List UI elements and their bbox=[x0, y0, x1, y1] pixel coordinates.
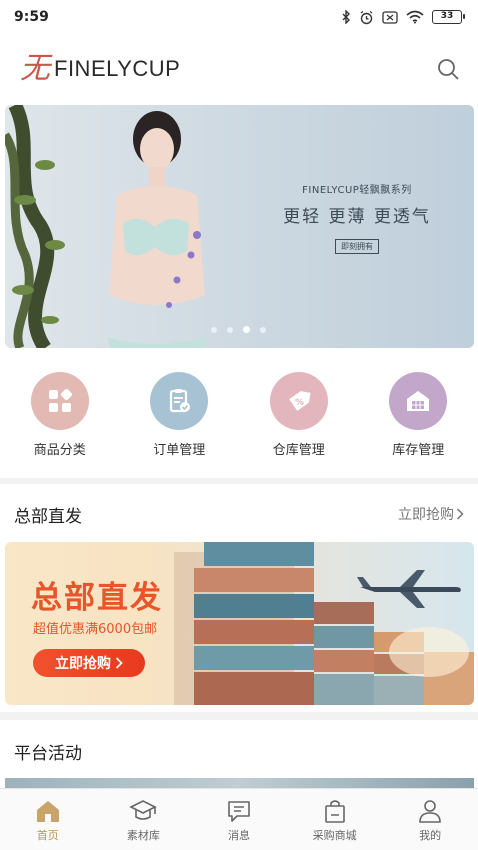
brand-logo: 无 FINELYCUP bbox=[20, 54, 180, 84]
activity-banner-preview[interactable] bbox=[5, 778, 474, 788]
promo-subtitle: 超值优惠满6000包邮 bbox=[33, 622, 158, 637]
nav-label: 商品分类 bbox=[33, 443, 86, 458]
banner-dot-2[interactable] bbox=[227, 326, 233, 333]
section-divider bbox=[0, 478, 478, 484]
nav-item-inventory-management[interactable]: 库存管理 bbox=[359, 372, 478, 458]
clipboard-check-icon bbox=[150, 372, 209, 430]
promo-buy-now-label: 立即抢购 bbox=[55, 656, 111, 672]
tab-home[interactable]: 首页 bbox=[0, 789, 96, 850]
bluetooth-icon bbox=[342, 10, 350, 24]
promo-banner[interactable]: 总部直发 超值优惠满6000包邮 立即抢购 bbox=[5, 542, 474, 705]
activity-section-header: 平台活动 bbox=[0, 731, 478, 771]
status-icons: 33 bbox=[341, 10, 465, 25]
airplane-icon bbox=[357, 570, 461, 608]
nav-item-order-management[interactable]: 订单管理 bbox=[120, 372, 240, 458]
section-divider bbox=[0, 712, 478, 720]
message-icon bbox=[228, 800, 250, 822]
nav-label: 订单管理 bbox=[153, 443, 206, 458]
wifi-icon bbox=[406, 10, 424, 24]
banner-dot-1[interactable] bbox=[211, 326, 217, 333]
banner-dot-4[interactable] bbox=[260, 326, 266, 333]
chevron-right-icon bbox=[115, 657, 123, 669]
promo-buy-now-button[interactable]: 立即抢购 bbox=[33, 649, 145, 677]
tab-label: 素材库 bbox=[126, 828, 160, 842]
tab-profile[interactable]: 我的 bbox=[382, 789, 478, 850]
tab-label: 采购商城 bbox=[312, 828, 357, 842]
home-icon bbox=[36, 800, 59, 822]
promo-title: 总部直发 bbox=[31, 580, 163, 616]
app-header: 无 FINELYCUP bbox=[0, 44, 478, 94]
banner-shop-button[interactable]: 即刻拥有 bbox=[335, 239, 379, 254]
logo-mark: 无 bbox=[20, 51, 50, 86]
banner-series: FINELYCUP轻飘飘系列 bbox=[302, 185, 412, 196]
svg-text:%: % bbox=[295, 398, 304, 408]
buy-now-link[interactable]: 立即抢购 bbox=[398, 504, 464, 524]
tab-label: 首页 bbox=[36, 828, 59, 842]
status-bar: 9:59 33 bbox=[0, 0, 478, 34]
category-grid-icon bbox=[30, 372, 89, 430]
nav-item-warehouse-management[interactable]: % 仓库管理 bbox=[239, 372, 359, 458]
nav-item-product-category[interactable]: 商品分类 bbox=[0, 372, 120, 458]
logo-text: FINELYCUP bbox=[54, 56, 181, 81]
discount-tag-icon: % bbox=[269, 372, 328, 430]
warehouse-icon bbox=[389, 372, 448, 430]
graduation-cap-icon bbox=[129, 799, 158, 820]
search-icon[interactable] bbox=[436, 57, 460, 81]
tab-label: 消息 bbox=[227, 828, 250, 842]
tab-messages[interactable]: 消息 bbox=[191, 789, 287, 850]
alarm-icon bbox=[360, 10, 373, 24]
nav-label: 库存管理 bbox=[392, 443, 445, 458]
quick-nav: 商品分类 订单管理 % 仓库管理 库存管理 bbox=[0, 372, 478, 458]
sim-icon bbox=[382, 10, 398, 24]
shopping-bag-icon bbox=[324, 799, 345, 823]
banner-copy: FINELYCUP轻飘飘系列 更轻 更薄 更透气 即刻拥有 bbox=[277, 181, 437, 254]
tab-purchase-mall[interactable]: 采购商城 bbox=[287, 789, 383, 850]
nav-label: 仓库管理 bbox=[272, 443, 325, 458]
status-time: 9:59 bbox=[14, 9, 49, 25]
banner-model-illustration bbox=[107, 111, 207, 348]
battery-icon: 33 bbox=[432, 10, 465, 24]
hero-banner[interactable]: FINELYCUP轻飘飘系列 更轻 更薄 更透气 即刻拥有 bbox=[5, 105, 474, 348]
tab-label: 我的 bbox=[419, 828, 442, 842]
chevron-right-icon bbox=[456, 508, 464, 520]
banner-dot-3-active[interactable] bbox=[243, 326, 250, 333]
section-title: 平台活动 bbox=[14, 743, 82, 764]
banner-tagline: 更轻 更薄 更透气 bbox=[283, 207, 431, 227]
hq-section-header: 总部直发 立即抢购 bbox=[0, 494, 478, 534]
section-title: 总部直发 bbox=[14, 506, 82, 527]
tab-materials[interactable]: 素材库 bbox=[96, 789, 192, 850]
buy-now-link-label: 立即抢购 bbox=[398, 507, 454, 523]
banner-pagination bbox=[211, 326, 266, 333]
banner-vine-illustration bbox=[5, 105, 65, 348]
bottom-tab-bar: 首页 素材库 消息 采购商城 我的 bbox=[0, 788, 478, 850]
profile-icon bbox=[419, 799, 441, 823]
